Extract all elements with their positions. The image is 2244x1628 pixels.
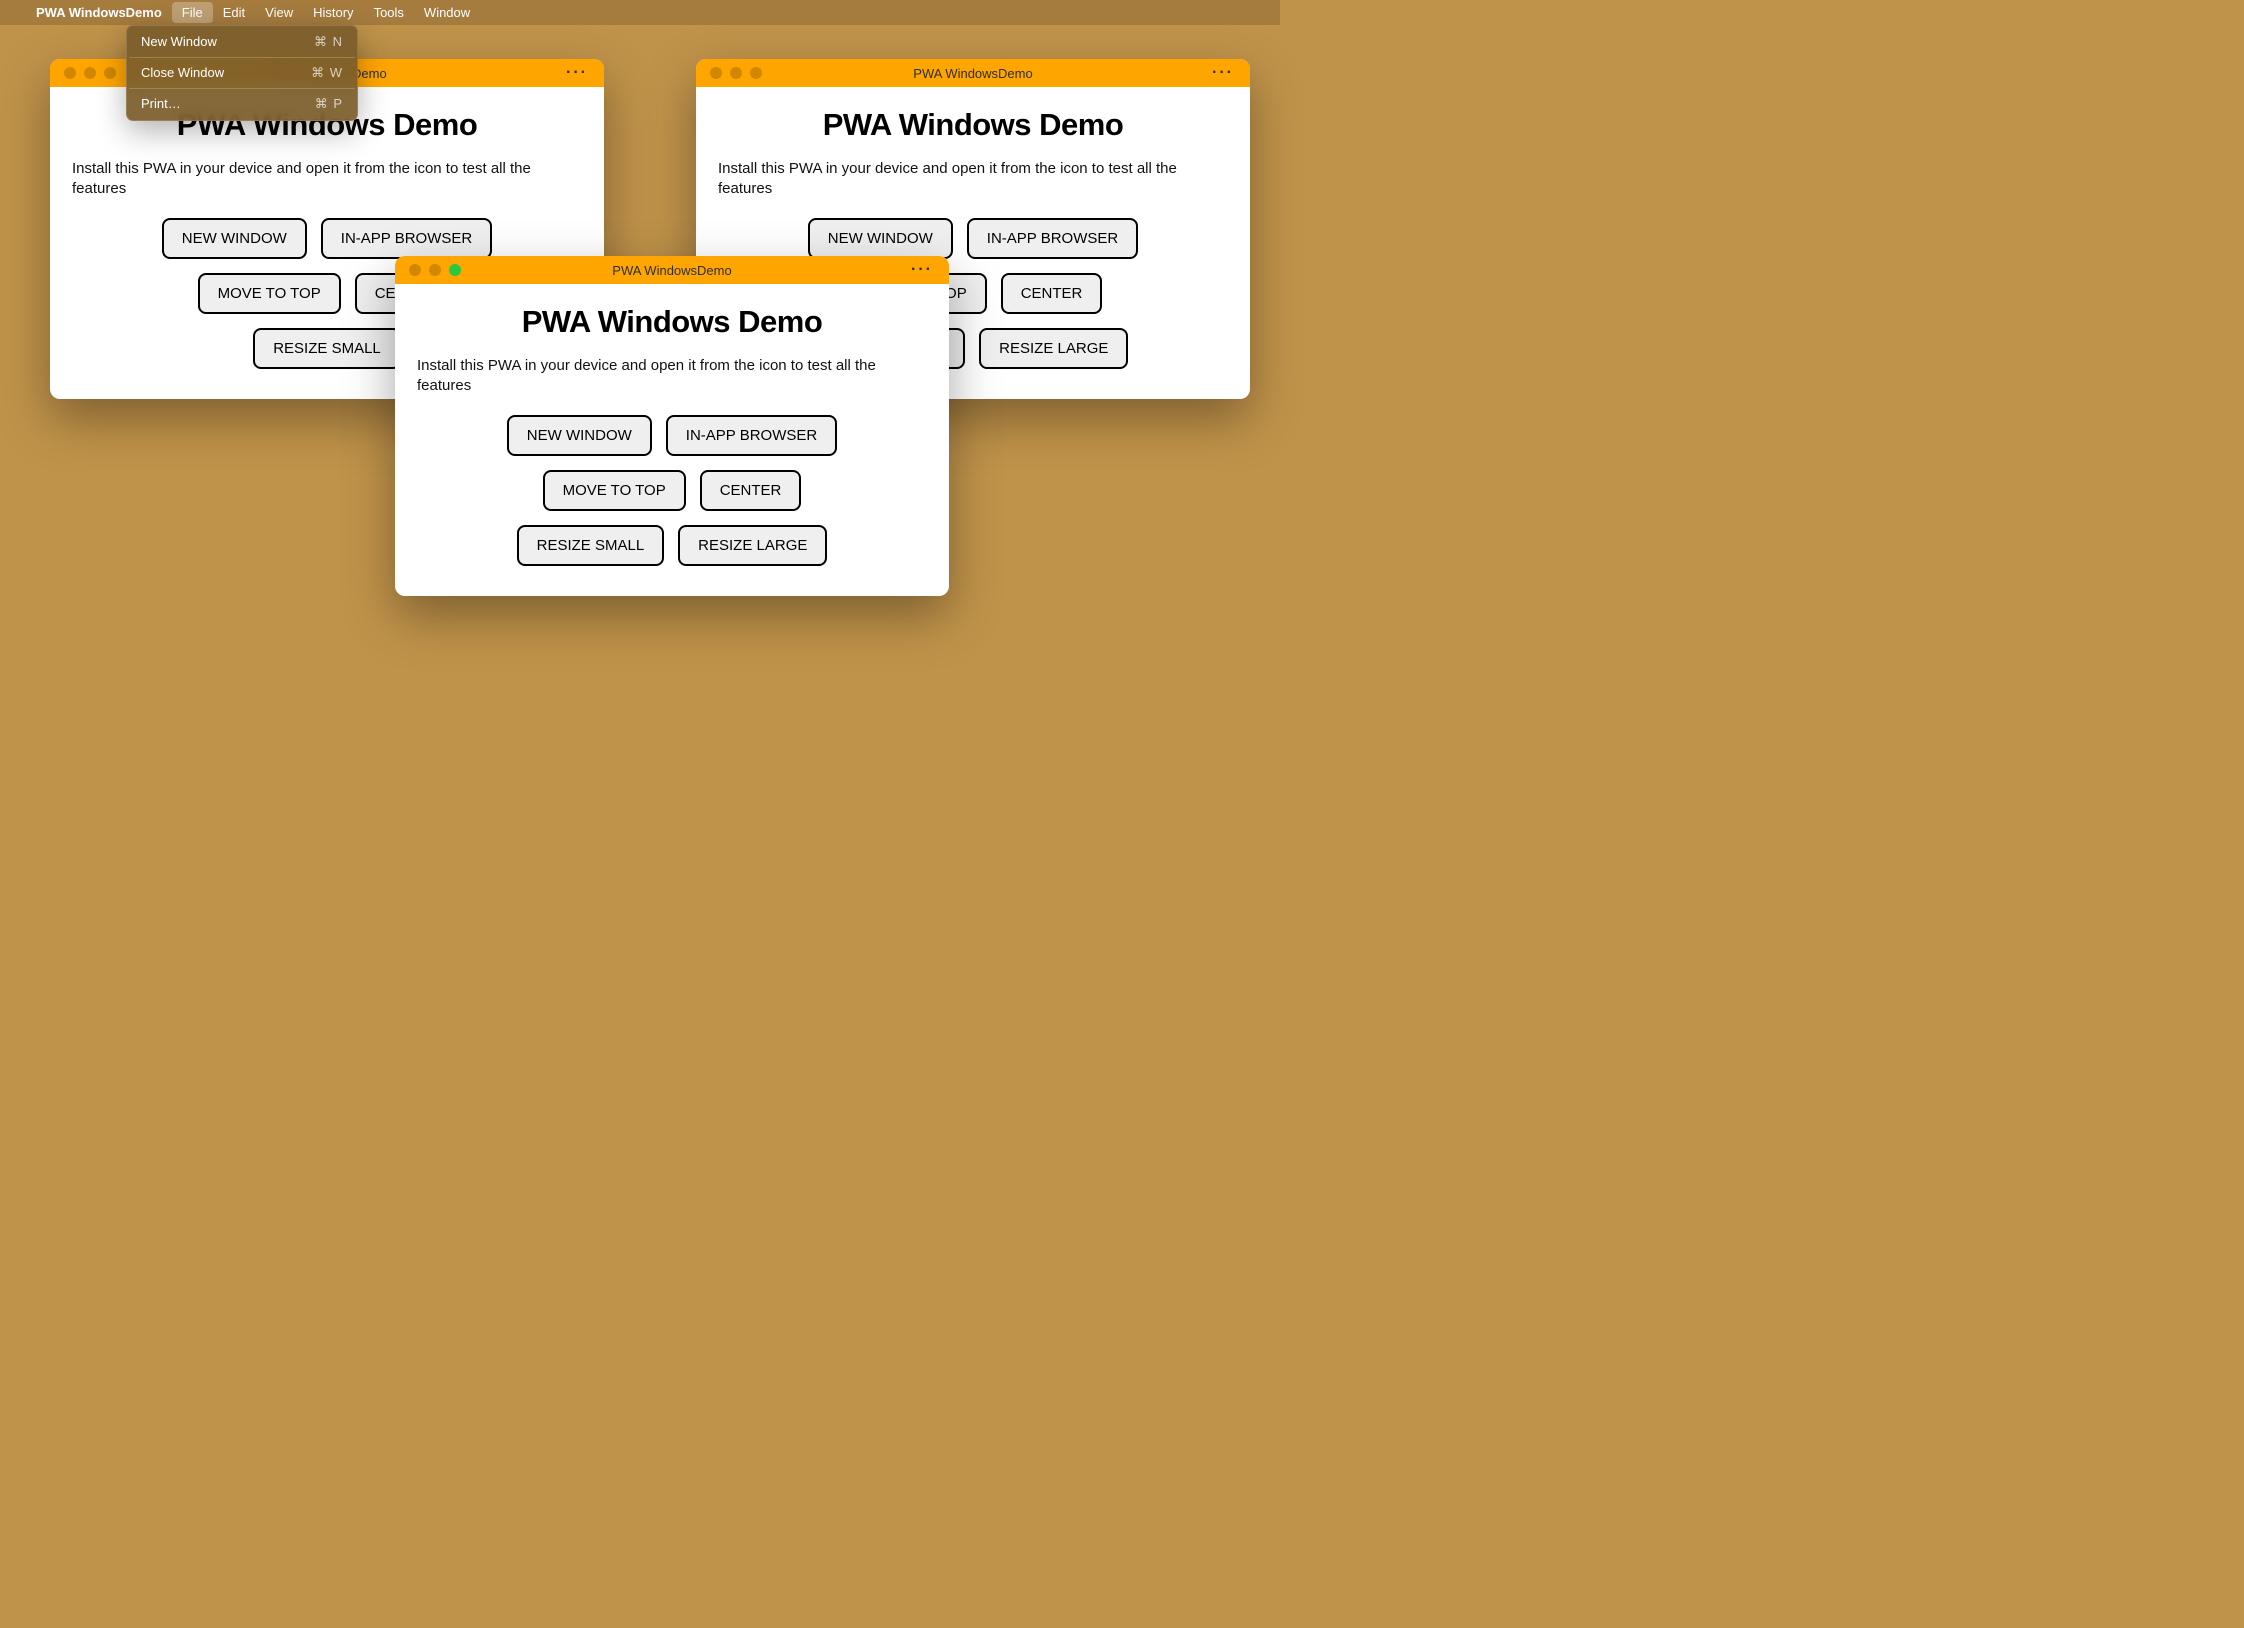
close-icon[interactable] [409, 264, 421, 276]
in-app-browser-button[interactable]: IN-APP BROWSER [967, 218, 1138, 259]
overflow-icon[interactable]: ··· [1212, 64, 1234, 82]
menu-item-label: Close Window [141, 65, 224, 81]
overflow-icon[interactable]: ··· [911, 261, 933, 279]
menubar-item-history[interactable]: History [303, 2, 363, 23]
menubar-item-file[interactable]: File [172, 2, 213, 23]
in-app-browser-button[interactable]: IN-APP BROWSER [321, 218, 492, 259]
resize-small-button[interactable]: RESIZE SMALL [517, 525, 665, 566]
menubar-item-view[interactable]: View [255, 2, 303, 23]
new-window-button[interactable]: NEW WINDOW [507, 415, 652, 456]
menubar-item-window[interactable]: Window [414, 2, 480, 23]
minimize-icon[interactable] [84, 67, 96, 79]
page-subtext: Install this PWA in your device and open… [72, 159, 582, 200]
file-menu-dropdown: New Window ⌘ N Close Window ⌘ W Print… ⌘… [126, 25, 358, 121]
center-button[interactable]: CENTER [1001, 273, 1103, 314]
button-grid: NEW WINDOW IN-APP BROWSER MOVE TO TOP CE… [417, 415, 927, 566]
resize-large-button[interactable]: RESIZE LARGE [979, 328, 1128, 369]
move-to-top-button[interactable]: MOVE TO TOP [543, 470, 686, 511]
close-icon[interactable] [710, 67, 722, 79]
window-title: PWA WindowsDemo [913, 66, 1032, 81]
menu-separator [129, 88, 355, 89]
resize-small-button[interactable]: RESIZE SMALL [253, 328, 401, 369]
menu-item-print[interactable]: Print… ⌘ P [127, 93, 357, 115]
traffic-lights [409, 264, 461, 276]
app-window-3: PWA WindowsDemo ··· PWA Windows Demo Ins… [395, 256, 949, 596]
resize-large-button[interactable]: RESIZE LARGE [678, 525, 827, 566]
menu-item-close-window[interactable]: Close Window ⌘ W [127, 62, 357, 84]
menubar-item-tools[interactable]: Tools [364, 2, 414, 23]
center-button[interactable]: CENTER [700, 470, 802, 511]
close-icon[interactable] [64, 67, 76, 79]
maximize-icon[interactable] [750, 67, 762, 79]
maximize-icon[interactable] [104, 67, 116, 79]
menu-item-label: Print… [141, 96, 181, 112]
traffic-lights [64, 67, 116, 79]
menubar-app-name[interactable]: PWA WindowsDemo [26, 2, 172, 23]
menubar: PWA WindowsDemo File Edit View History T… [0, 0, 1280, 25]
menu-item-shortcut: ⌘ W [311, 65, 343, 81]
menu-item-shortcut: ⌘ P [315, 96, 343, 112]
menu-item-label: New Window [141, 34, 217, 50]
page-subtext: Install this PWA in your device and open… [417, 356, 927, 397]
page-title: PWA Windows Demo [718, 107, 1228, 143]
minimize-icon[interactable] [429, 264, 441, 276]
menubar-item-edit[interactable]: Edit [213, 2, 255, 23]
minimize-icon[interactable] [730, 67, 742, 79]
in-app-browser-button[interactable]: IN-APP BROWSER [666, 415, 837, 456]
move-to-top-button[interactable]: MOVE TO TOP [198, 273, 341, 314]
window-title: PWA WindowsDemo [612, 263, 731, 278]
titlebar[interactable]: PWA WindowsDemo ··· [696, 59, 1250, 87]
page-title: PWA Windows Demo [417, 304, 927, 340]
new-window-button[interactable]: NEW WINDOW [162, 218, 307, 259]
window-body: PWA Windows Demo Install this PWA in you… [395, 284, 949, 596]
traffic-lights [710, 67, 762, 79]
maximize-icon[interactable] [449, 264, 461, 276]
new-window-button[interactable]: NEW WINDOW [808, 218, 953, 259]
titlebar[interactable]: PWA WindowsDemo ··· [395, 256, 949, 284]
page-subtext: Install this PWA in your device and open… [718, 159, 1228, 200]
menu-item-shortcut: ⌘ N [314, 34, 343, 50]
overflow-icon[interactable]: ··· [566, 64, 588, 82]
menu-item-new-window[interactable]: New Window ⌘ N [127, 31, 357, 53]
menu-separator [129, 57, 355, 58]
